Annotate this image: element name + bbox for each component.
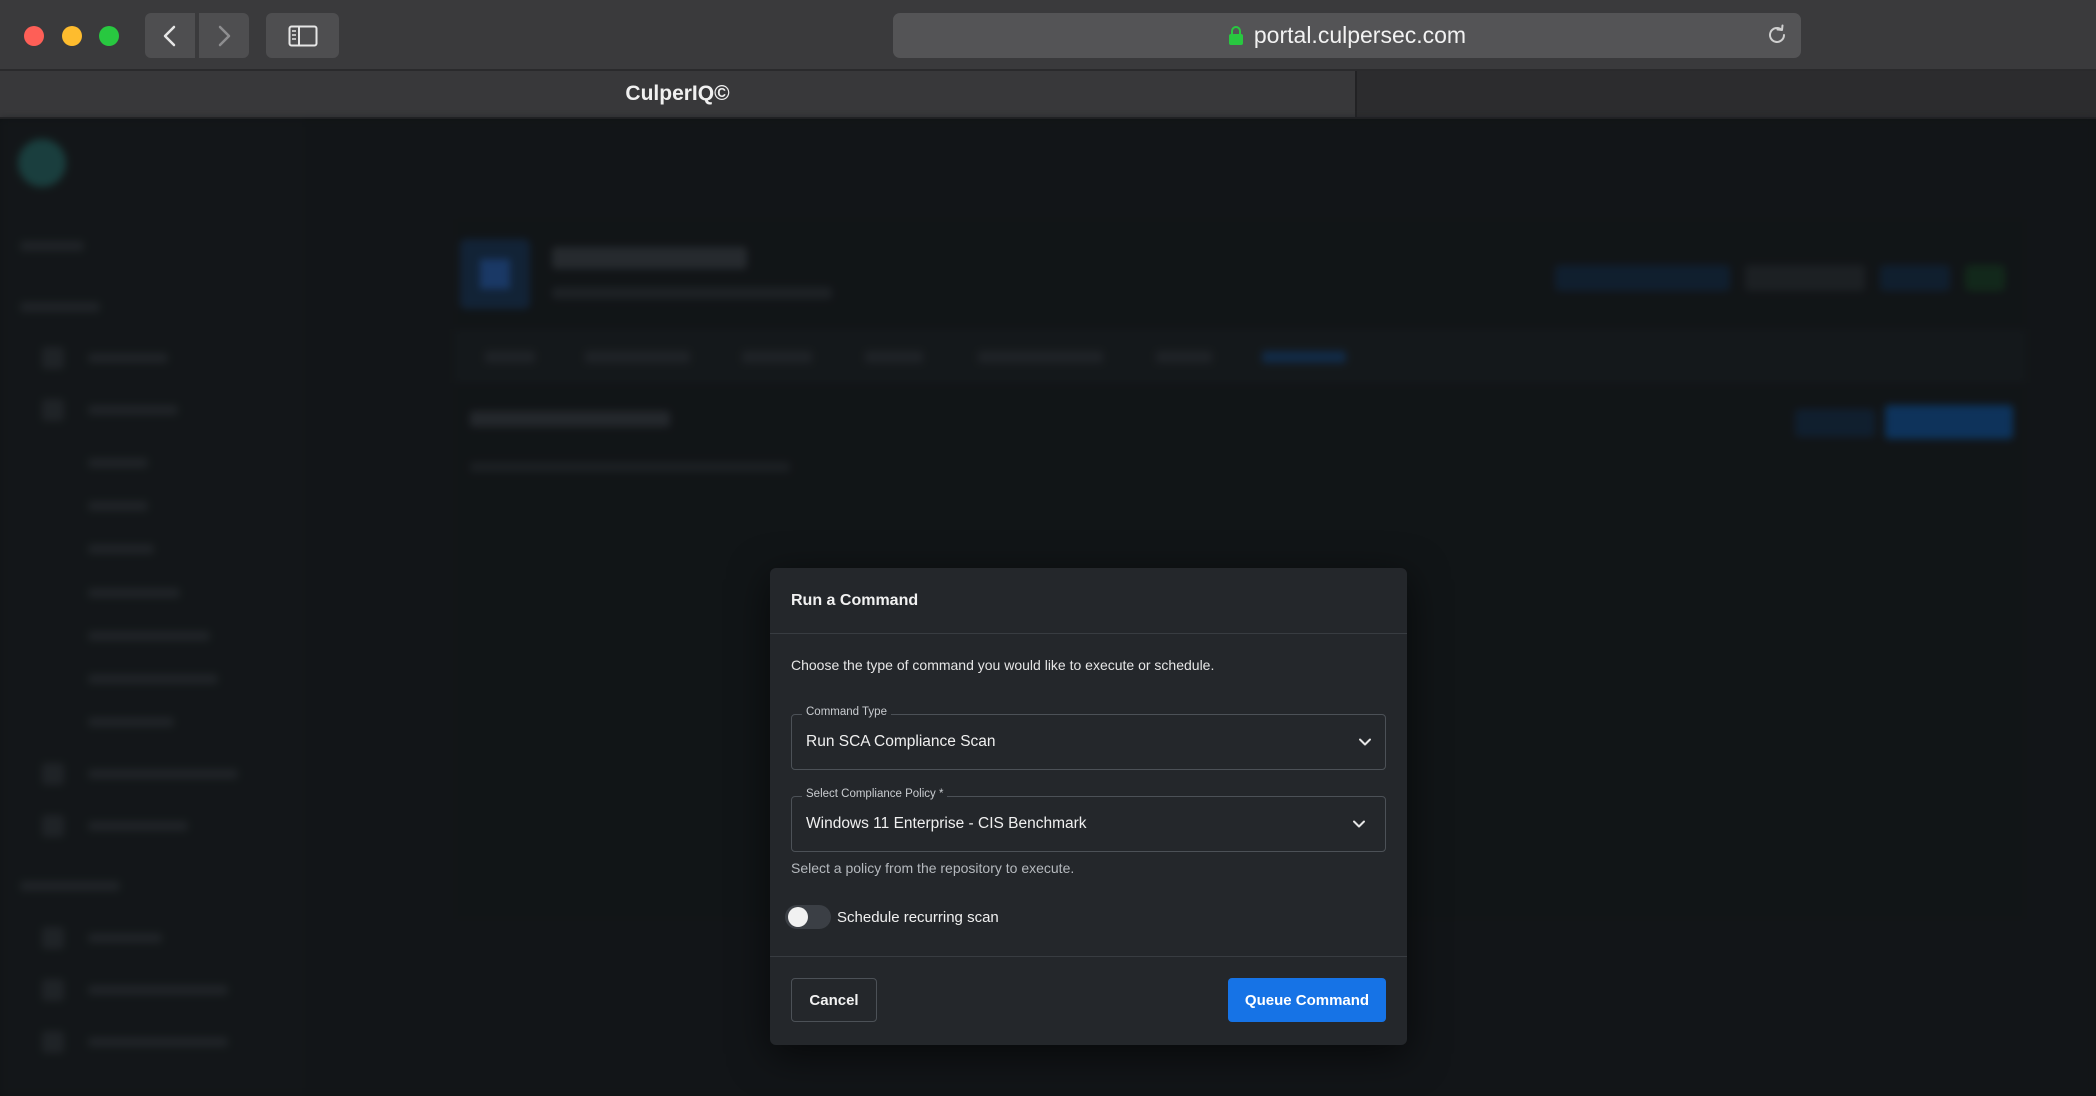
cancel-button[interactable]: Cancel: [791, 978, 877, 1022]
command-type-label: Command Type: [802, 706, 891, 718]
modal-description: Choose the type of command you would lik…: [791, 657, 1215, 673]
chevron-down-icon: [1353, 820, 1365, 828]
reload-icon[interactable]: [1765, 23, 1789, 47]
modal-footer: Cancel Queue Command: [770, 956, 1407, 1045]
queue-command-button[interactable]: Queue Command: [1228, 978, 1386, 1022]
modal-title: Run a Command: [770, 568, 1407, 634]
tab-strip: CulperIQ©: [0, 71, 2096, 119]
sidebar-toggle-button[interactable]: [266, 13, 339, 58]
browser-titlebar: portal.culpersec.com: [0, 0, 2096, 71]
fullscreen-window-button[interactable]: [99, 26, 119, 46]
chevron-right-icon: [218, 25, 231, 46]
sidebar-icon: [288, 25, 317, 46]
tab-title: CulperIQ©: [625, 82, 730, 105]
toggle-knob: [788, 907, 808, 927]
compliance-policy-select[interactable]: Select Compliance Policy * Windows 11 En…: [791, 788, 1386, 852]
lock-icon: [1228, 25, 1243, 45]
compliance-policy-label: Select Compliance Policy *: [802, 788, 948, 800]
schedule-toggle-label: Schedule recurring scan: [837, 908, 999, 926]
close-window-button[interactable]: [24, 26, 44, 46]
schedule-toggle-row: Schedule recurring scan: [785, 905, 999, 929]
command-type-select[interactable]: Command Type Run SCA Compliance Scan: [791, 706, 1386, 770]
back-button[interactable]: [145, 13, 195, 58]
chevron-left-icon: [163, 25, 176, 46]
run-command-modal: Run a Command Choose the type of command…: [770, 568, 1407, 1045]
policy-helper-text: Select a policy from the repository to e…: [791, 860, 1075, 876]
minimize-window-button[interactable]: [62, 26, 82, 46]
address-bar[interactable]: portal.culpersec.com: [893, 13, 1801, 58]
chevron-down-icon: [1359, 738, 1371, 746]
command-type-value: Run SCA Compliance Scan: [806, 733, 996, 750]
browser-tab-active[interactable]: CulperIQ©: [0, 71, 1357, 117]
forward-button[interactable]: [199, 13, 249, 58]
compliance-policy-value: Windows 11 Enterprise - CIS Benchmark: [806, 815, 1087, 832]
schedule-recurring-toggle[interactable]: [785, 905, 831, 929]
url-text: portal.culpersec.com: [1253, 22, 1467, 48]
